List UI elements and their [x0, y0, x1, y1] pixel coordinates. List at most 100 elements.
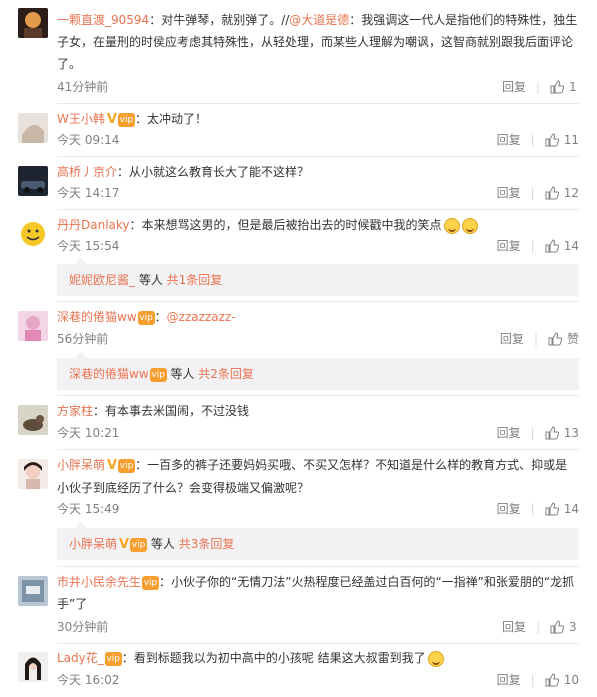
action-separator: |	[535, 620, 540, 634]
thumbs-up-icon[interactable]	[550, 80, 564, 94]
action-separator: |	[530, 133, 535, 147]
comment-meta: 56分钟前 回复 | 赞	[57, 330, 579, 348]
avatar[interactable]	[18, 219, 48, 249]
reply-button[interactable]: 回复	[497, 184, 521, 202]
thumbs-up-icon[interactable]	[545, 426, 559, 440]
comment-meta: 今天 14:17 回复 | 12	[57, 184, 579, 202]
comment-username[interactable]: Lady花_	[57, 651, 104, 665]
comment-username[interactable]: 丹丹Danlaky	[57, 218, 130, 232]
comment-actions: 回复 | 11	[497, 131, 579, 149]
mention-link[interactable]: @zzazzazz-	[167, 310, 236, 324]
thumbs-up-icon[interactable]	[545, 133, 559, 147]
like-count: 12	[563, 186, 579, 200]
comment-actions: 回复 | 10	[497, 671, 579, 689]
like-count: 13	[563, 426, 579, 440]
action-separator: |	[533, 332, 538, 346]
thumbs-up-icon[interactable]	[548, 332, 562, 346]
summary-username[interactable]: 深巷的倦猫ww	[69, 367, 149, 381]
divider	[57, 209, 579, 210]
summary-caret	[75, 352, 87, 358]
summary-middle: 等人	[135, 273, 167, 287]
comment-text: ：对牛弹琴，就别弹了。//	[149, 13, 290, 27]
comment-actions: 回复 | 13	[497, 424, 579, 442]
reply-button[interactable]: 回复	[502, 78, 526, 96]
v-badge-icon: V	[107, 458, 118, 473]
comment-body: 高桥丿京介：从小就这么教育长大了能不这样？	[57, 161, 579, 183]
comment-time: 41分钟前	[57, 80, 109, 94]
v-badge-icon: V	[106, 112, 117, 127]
action-separator: |	[530, 673, 535, 687]
reply-button[interactable]: 回复	[497, 424, 521, 442]
reply-button[interactable]: 回复	[497, 500, 521, 518]
summary-total[interactable]: 共3条回复	[179, 537, 235, 551]
comment-username[interactable]: 深巷的倦猫ww	[57, 310, 137, 324]
thumbs-up-icon[interactable]	[545, 673, 559, 687]
comment-body: 方家柱：有本事去米国闹，不过没钱	[57, 400, 579, 422]
avatar[interactable]	[18, 459, 48, 489]
reply-summary[interactable]: 妮妮欧尼酱_ 等人 共1条回复	[57, 258, 579, 296]
divider	[57, 103, 579, 104]
like-count: 14	[563, 239, 579, 253]
comment-actions: 回复 | 12	[497, 184, 579, 202]
action-separator: |	[535, 80, 540, 94]
comment-username[interactable]: 一颗直渡_90594	[57, 13, 149, 27]
reply-button[interactable]: 回复	[497, 671, 521, 689]
comment-actions: 回复 | 14	[497, 237, 579, 255]
summary-middle: 等人	[166, 367, 199, 381]
reply-button[interactable]: 回复	[497, 131, 521, 149]
comment-meta: 今天 09:14 回复 | 11	[57, 131, 579, 149]
reply-summary[interactable]: 深巷的倦猫ww vip 等人 共2条回复	[57, 352, 579, 390]
mention-link[interactable]: @大道是德	[289, 13, 349, 27]
comment-meta: 41分钟前 回复 | 1	[57, 78, 579, 96]
summary-total[interactable]: 共2条回复	[198, 367, 254, 381]
comment-time: 今天 16:02	[57, 673, 120, 687]
comment-time: 今天 15:49	[57, 502, 120, 516]
like-count: 14	[563, 502, 579, 516]
reply-button[interactable]: 回复	[500, 330, 524, 348]
avatar[interactable]	[18, 113, 48, 143]
comment-text: ：从小就这么教育长大了能不这样？	[117, 165, 310, 179]
comment-body: 市井小民余先生 vip ：小伙子你的“无情刀法”火热程度已经盖过白百何的“一指禅”和…	[57, 571, 579, 615]
thumbs-up-icon[interactable]	[545, 239, 559, 253]
reply-button[interactable]: 回复	[497, 237, 521, 255]
thumbs-up-icon[interactable]	[550, 620, 564, 634]
avatar[interactable]	[18, 405, 48, 435]
comment-username[interactable]: W王小韩	[57, 112, 105, 126]
thumbs-up-icon[interactable]	[545, 502, 559, 516]
comment-time: 今天 10:21	[57, 426, 120, 440]
avatar[interactable]	[18, 166, 48, 196]
comment-username[interactable]: 市井小民余先生	[57, 575, 141, 589]
reply-summary[interactable]: 小胖呆萌 Vvip 等人 共3条回复	[57, 522, 579, 560]
avatar[interactable]	[18, 576, 48, 606]
comment-actions: 回复 | 1	[502, 78, 579, 96]
comment-meta: 今天 16:02 回复 | 10	[57, 671, 579, 689]
comment-username[interactable]: 小胖呆萌	[57, 458, 105, 472]
summary-total[interactable]: 共1条回复	[167, 273, 223, 287]
v-badge-icon: V	[119, 537, 130, 552]
comment-text: ：太冲动了！	[134, 112, 207, 126]
comment-meta: 今天 15:54 回复 | 14	[57, 237, 579, 255]
thumbs-up-icon[interactable]	[545, 186, 559, 200]
vip-badge-icon: vip	[118, 458, 136, 473]
comment-meta: 今天 10:21 回复 | 13	[57, 424, 579, 442]
divider	[57, 301, 579, 302]
comment-username[interactable]: 高桥丿京介	[57, 165, 117, 179]
comment-meta: 30分钟前 回复 | 3	[57, 618, 579, 636]
like-count: 11	[563, 133, 579, 147]
summary-caret	[75, 522, 87, 528]
avatar[interactable]	[18, 311, 48, 341]
comment-text: ：本来想骂这男的，但是最后被抬出去的时候戳中我的笑点	[129, 218, 442, 232]
avatar[interactable]	[18, 8, 48, 38]
like-count: 赞	[566, 332, 579, 346]
comment-username[interactable]: 方家柱	[57, 404, 93, 418]
summary-username[interactable]: 小胖呆萌	[69, 537, 117, 551]
summary-username[interactable]: 妮妮欧尼酱_	[69, 273, 135, 287]
divider	[57, 395, 579, 396]
avatar[interactable]	[18, 652, 48, 682]
reply-button[interactable]: 回复	[502, 618, 526, 636]
vip-badge-icon: vip	[149, 367, 167, 382]
comment-time: 56分钟前	[57, 332, 109, 346]
comment-time: 今天 14:17	[57, 186, 120, 200]
comment-actions: 回复 | 14	[497, 500, 579, 518]
comment-body: W王小韩 Vvip ：太冲动了！	[57, 108, 579, 131]
